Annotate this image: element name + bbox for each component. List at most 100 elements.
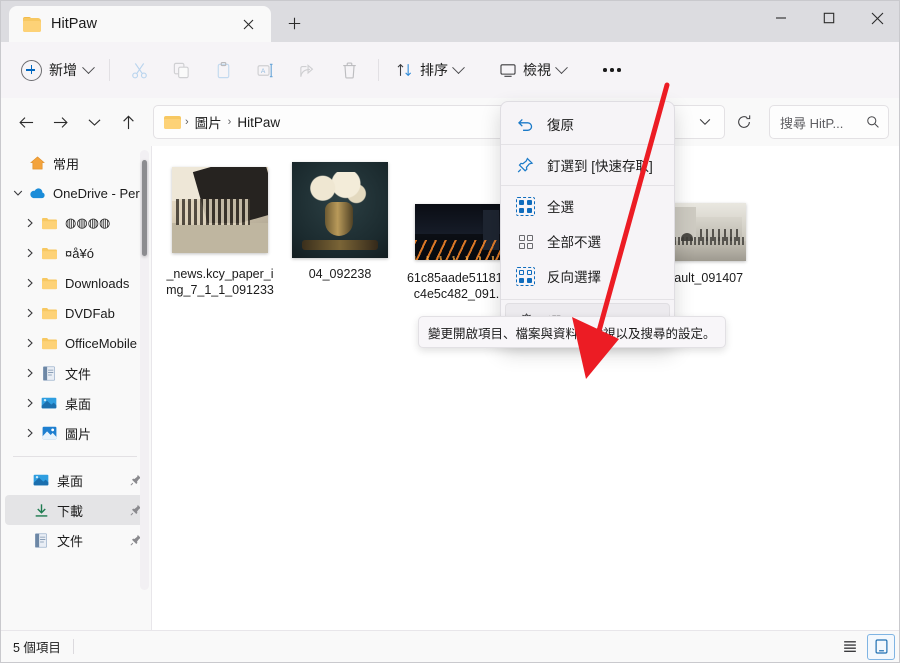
sidebar-item-folder-2[interactable]: ¤å¥ó xyxy=(5,238,147,268)
menu-item-select-all[interactable]: 全選 xyxy=(505,189,670,223)
view-button[interactable]: 檢視 xyxy=(490,54,575,86)
chevron-right-icon[interactable] xyxy=(21,244,39,262)
maximize-button[interactable] xyxy=(805,1,853,35)
pin-icon xyxy=(513,155,537,175)
title-bar: HitPaw xyxy=(1,1,899,42)
menu-item-label: 反向選擇 xyxy=(547,270,601,285)
sort-button[interactable]: 排序 xyxy=(387,54,472,86)
close-button[interactable] xyxy=(853,1,899,35)
new-button[interactable]: 新增 xyxy=(15,54,101,86)
tab-strip: HitPaw xyxy=(1,1,311,42)
chevron-down-icon xyxy=(82,60,95,74)
thumbnail-image xyxy=(292,162,388,258)
file-name: 04_092238 xyxy=(308,267,372,281)
sidebar-item-documents-pinned[interactable]: 文件 xyxy=(5,525,147,555)
chevron-right-icon[interactable] xyxy=(21,424,39,442)
breadcrumb-dropdown-icon[interactable] xyxy=(692,109,718,135)
sidebar-item-downloads-pinned[interactable]: 下載 xyxy=(5,495,147,525)
select-none-icon xyxy=(513,231,537,251)
paste-button[interactable] xyxy=(202,53,244,87)
sidebar-label: ◍◍◍◍ xyxy=(65,215,111,230)
new-tab-button[interactable] xyxy=(277,6,311,40)
refresh-button[interactable] xyxy=(727,105,761,139)
sidebar-label: OneDrive - Pers xyxy=(53,185,147,201)
menu-item-undo[interactable]: 復原 xyxy=(505,107,670,141)
scrollbar-thumb[interactable] xyxy=(142,160,147,256)
sidebar-label: 圖片 xyxy=(65,426,92,442)
sidebar-item-onedrive[interactable]: OneDrive - Pers xyxy=(5,178,147,208)
recent-locations-button[interactable] xyxy=(77,105,111,139)
file-explorer-window: HitPaw 新增 A 排序 檢視 › 圖片 › HitPaw 搜尋 HitP.… xyxy=(0,0,900,663)
search-input[interactable]: 搜尋 HitP... xyxy=(780,113,866,132)
invert-selection-glyph xyxy=(515,266,535,286)
menu-item-select-none[interactable]: 全部不選 xyxy=(505,224,670,258)
cut-button[interactable] xyxy=(118,53,160,87)
sidebar-item-desktop-pinned[interactable]: 桌面 xyxy=(5,465,147,495)
sidebar-item-downloads-folder[interactable]: Downloads xyxy=(5,268,147,298)
folder-icon xyxy=(39,304,59,322)
thumbnail xyxy=(412,202,508,262)
file-item[interactable]: _news.kcy_paper_img_7_1_1_091233 xyxy=(160,156,280,302)
chevron-down-icon-view xyxy=(555,60,568,74)
menu-item-label: 釘選到 [快速存取] xyxy=(547,159,653,174)
sidebar-label: Downloads xyxy=(65,275,130,291)
sidebar-item-home[interactable]: 常用 xyxy=(5,148,147,178)
select-all-glyph xyxy=(515,196,535,216)
new-button-label: 新增 xyxy=(49,62,77,78)
menu-divider xyxy=(501,185,674,186)
chevron-right-icon[interactable] xyxy=(21,274,39,292)
breadcrumb-item-0[interactable]: 圖片 xyxy=(190,109,227,135)
folder-icon xyxy=(39,244,59,262)
close-tab-icon[interactable] xyxy=(235,11,261,37)
desktop-icon xyxy=(39,394,59,412)
folder-icon xyxy=(39,274,59,292)
menu-divider xyxy=(501,144,674,145)
chevron-right-icon[interactable] xyxy=(21,394,39,412)
share-button[interactable] xyxy=(286,53,328,87)
file-item[interactable]: 04_092238 xyxy=(280,156,400,302)
body: 常用 OneDrive - Pers ◍◍◍◍ ¤å¥ó Downloads D… xyxy=(1,146,899,633)
toolbar-divider-2 xyxy=(378,59,379,81)
folder-icon xyxy=(39,334,59,352)
see-more-button[interactable] xyxy=(593,54,631,86)
up-button[interactable] xyxy=(111,105,145,139)
sidebar-item-folder-1[interactable]: ◍◍◍◍ xyxy=(5,208,147,238)
chevron-right-icon[interactable] xyxy=(21,334,39,352)
folder-icon xyxy=(23,16,41,32)
sidebar-item-desktop[interactable]: 桌面 xyxy=(5,388,147,418)
chevron-right-icon[interactable] xyxy=(9,184,27,202)
menu-item-pin-to-quick-access[interactable]: 釘選到 [快速存取] xyxy=(505,148,670,182)
chevron-right-icon[interactable] xyxy=(21,304,39,322)
invert-selection-icon xyxy=(513,266,537,286)
file-name: _news.kcy_paper_img_7_1_1_091233 xyxy=(166,267,274,297)
search-box[interactable]: 搜尋 HitP... xyxy=(769,105,889,139)
details-view-toggle[interactable] xyxy=(837,635,863,659)
sidebar-item-dvdfab[interactable]: DVDFab xyxy=(5,298,147,328)
chevron-right-icon[interactable] xyxy=(21,364,39,382)
folder-icon-breadcrumb xyxy=(164,115,181,129)
minimize-button[interactable] xyxy=(757,1,805,35)
back-button[interactable] xyxy=(9,105,43,139)
forward-button[interactable] xyxy=(43,105,77,139)
command-bar: 新增 A 排序 檢視 xyxy=(1,42,899,98)
select-all-icon xyxy=(513,196,537,216)
large-icons-view-toggle[interactable] xyxy=(867,633,895,660)
delete-button[interactable] xyxy=(328,53,370,87)
copy-button[interactable] xyxy=(160,53,202,87)
downloads-icon xyxy=(31,501,51,519)
sidebar-item-pictures[interactable]: 圖片 xyxy=(5,418,147,448)
tooltip-text: 變更開啟項目、檔案與資料夾檢視以及搜尋的設定。 xyxy=(428,326,716,341)
sidebar-label: DVDFab xyxy=(65,305,115,321)
menu-item-invert-selection[interactable]: 反向選擇 xyxy=(505,259,670,293)
thumbnail xyxy=(172,162,268,258)
breadcrumb-item-1[interactable]: HitPaw xyxy=(232,112,285,133)
breadcrumb-separator-0: › xyxy=(185,116,189,128)
chevron-right-icon[interactable] xyxy=(21,214,39,232)
sidebar-item-officemobile[interactable]: OfficeMobile xyxy=(5,328,147,358)
tab-hitpaw[interactable]: HitPaw xyxy=(9,6,271,42)
view-button-label: 檢視 xyxy=(523,62,551,78)
rename-button[interactable]: A xyxy=(244,53,286,87)
navigation-pane-scrollbar[interactable] xyxy=(140,150,149,590)
options-tooltip: 變更開啟項目、檔案與資料夾檢視以及搜尋的設定。 xyxy=(418,316,726,348)
sidebar-item-documents[interactable]: 文件 xyxy=(5,358,147,388)
